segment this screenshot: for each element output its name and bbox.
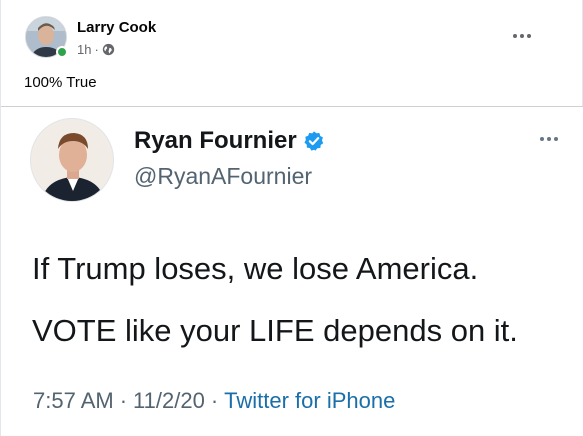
tweet-author-name: Ryan Fournier xyxy=(134,127,297,154)
tweet-author-handle: @RyanAFournier xyxy=(134,163,313,189)
tweet-name-row: Ryan Fournier xyxy=(134,127,325,155)
tweet-footer-separator-2: · xyxy=(210,388,219,413)
globe-icon[interactable] xyxy=(102,43,115,56)
tweet-date: 11/2/20 xyxy=(133,388,205,413)
online-status-dot xyxy=(56,46,68,58)
post-text: 100% True xyxy=(24,74,97,91)
post-time[interactable]: 1h xyxy=(77,42,91,57)
tweet-time: 7:57 AM xyxy=(33,388,114,413)
tweet-avatar-image xyxy=(31,119,113,201)
tweet-footer-separator-1: · xyxy=(119,388,128,413)
post-meta: 1h · xyxy=(77,42,115,57)
tweet-more-options-icon xyxy=(540,137,558,141)
tweet-text-line-2: VOTE like your LIFE depends on it. xyxy=(32,313,518,348)
embedded-tweet-image[interactable]: Ryan Fournier @RyanAFournier If Trump lo… xyxy=(1,107,583,436)
post-more-options-button[interactable] xyxy=(507,26,537,46)
tweet-author-avatar xyxy=(30,118,114,202)
facebook-post: Larry Cook 1h · 100% True Ryan Fournier … xyxy=(0,0,583,436)
tweet-text-line-1: If Trump loses, we lose America. xyxy=(32,251,479,286)
meta-separator: · xyxy=(94,42,99,57)
author-avatar-container[interactable] xyxy=(25,16,68,58)
post-header: Larry Cook 1h · xyxy=(15,12,555,60)
post-author-name[interactable]: Larry Cook xyxy=(77,19,156,36)
tweet-footer: 7:57 AM · 11/2/20 · Twitter for iPhone xyxy=(33,388,395,414)
verified-badge-icon xyxy=(303,130,325,152)
more-options-icon xyxy=(513,34,531,38)
tweet-more-options xyxy=(540,137,558,141)
tweet-source: Twitter for iPhone xyxy=(224,388,396,413)
tweet-body: If Trump loses, we lose America. VOTE li… xyxy=(32,249,562,351)
